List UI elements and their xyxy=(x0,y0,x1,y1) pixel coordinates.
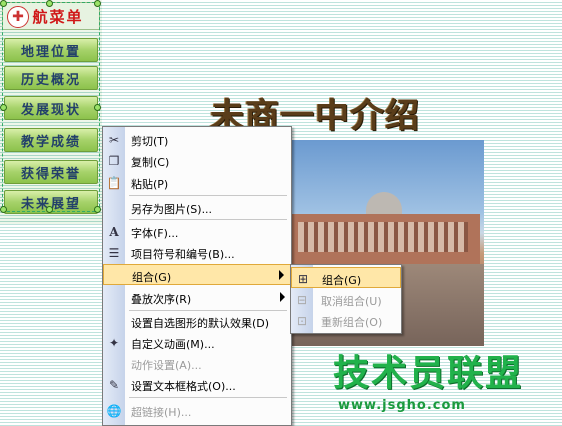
menu-item-custom-animation[interactable]: ✦ 自定义动画(M)... xyxy=(103,332,291,353)
selection-handle[interactable] xyxy=(94,206,101,213)
selection-handle[interactable] xyxy=(46,0,53,7)
menu-item-label: 超链接(H)... xyxy=(131,406,192,419)
photo-windows xyxy=(298,222,468,252)
font-icon: A xyxy=(109,225,119,239)
selection-handle[interactable] xyxy=(0,0,7,7)
menu-separator xyxy=(129,397,287,398)
context-menu: ✂ 剪切(T) ❐ 复制(C) 📋 粘贴(P) 另存为图片(S)... A 字体… xyxy=(102,126,292,426)
menu-item-label: 复制(C) xyxy=(131,156,170,169)
watermark-logo: 技术员联盟 xyxy=(333,353,524,394)
bullets-icon: ☰ xyxy=(108,246,120,260)
menu-item-label: 项目符号和编号(B)... xyxy=(131,248,235,261)
group-submenu: ⊞ 组合(G) ⊟ 取消组合(U) ⊡ 重新组合(O) xyxy=(290,264,402,334)
menu-separator xyxy=(129,195,287,196)
menu-item-cut[interactable]: ✂ 剪切(T) xyxy=(103,129,291,150)
menu-item-label: 设置自选图形的默认效果(D) xyxy=(131,317,270,330)
menu-item-font[interactable]: A 字体(F)... xyxy=(103,221,291,242)
submenu-item-ungroup[interactable]: ⊟ 取消组合(U) xyxy=(291,289,401,310)
menu-item-group[interactable]: 组合(G) xyxy=(103,264,291,285)
hyperlink-icon: 🌐 xyxy=(106,404,122,418)
animation-icon: ✦ xyxy=(108,336,120,350)
selection-box xyxy=(2,2,100,212)
submenu-item-label: 取消组合(U) xyxy=(321,295,382,308)
menu-item-order[interactable]: 叠放次序(R) xyxy=(103,287,291,308)
photo-dome xyxy=(366,192,402,214)
menu-item-default-effect[interactable]: 设置自选图形的默认效果(D) xyxy=(103,311,291,332)
selection-handle[interactable] xyxy=(94,104,101,111)
submenu-item-label: 组合(G) xyxy=(322,274,362,287)
menu-item-label: 动作设置(A)... xyxy=(131,359,202,372)
format-textbox-icon: ✎ xyxy=(108,378,120,392)
selection-handle[interactable] xyxy=(46,206,53,213)
menu-item-label: 另存为图片(S)... xyxy=(131,203,213,216)
menu-item-save-as-picture[interactable]: 另存为图片(S)... xyxy=(103,197,291,218)
chevron-right-icon xyxy=(280,292,285,302)
selection-handle[interactable] xyxy=(0,206,7,213)
submenu-item-label: 重新组合(O) xyxy=(321,316,383,329)
group-icon: ⊞ xyxy=(297,272,309,286)
menu-item-format-textbox[interactable]: ✎ 设置文本框格式(O)... xyxy=(103,374,291,395)
menu-item-paste[interactable]: 📋 粘贴(P) xyxy=(103,172,291,193)
copy-icon: ❐ xyxy=(108,154,120,168)
submenu-item-group[interactable]: ⊞ 组合(G) xyxy=(291,267,401,288)
menu-item-label: 粘贴(P) xyxy=(131,178,169,191)
nav-panel: ✚ 航菜单 地理位置 历史概况 发展现状 教学成绩 获得荣誉 未来展望 xyxy=(0,0,102,224)
selection-handle[interactable] xyxy=(94,0,101,7)
menu-item-label: 自定义动画(M)... xyxy=(131,338,215,351)
chevron-right-icon xyxy=(279,270,284,280)
menu-item-hyperlink[interactable]: 🌐 超链接(H)... xyxy=(103,400,291,421)
regroup-icon: ⊡ xyxy=(296,314,308,328)
menu-item-label: 叠放次序(R) xyxy=(131,293,192,306)
watermark-url: www.jsgho.com xyxy=(338,398,466,413)
scissors-icon: ✂ xyxy=(108,133,120,147)
menu-item-label: 设置文本框格式(O)... xyxy=(131,380,236,393)
menu-separator xyxy=(129,219,287,220)
menu-item-label: 字体(F)... xyxy=(131,227,179,240)
paste-icon: 📋 xyxy=(106,176,122,190)
ungroup-icon: ⊟ xyxy=(296,293,308,307)
menu-item-copy[interactable]: ❐ 复制(C) xyxy=(103,150,291,171)
submenu-item-regroup[interactable]: ⊡ 重新组合(O) xyxy=(291,310,401,331)
menu-item-bullets[interactable]: ☰ 项目符号和编号(B)... xyxy=(103,242,291,263)
menu-item-label: 组合(G) xyxy=(132,271,172,284)
menu-item-action-settings[interactable]: 动作设置(A)... xyxy=(103,353,291,374)
selection-handle[interactable] xyxy=(0,104,7,111)
menu-item-label: 剪切(T) xyxy=(131,135,169,148)
